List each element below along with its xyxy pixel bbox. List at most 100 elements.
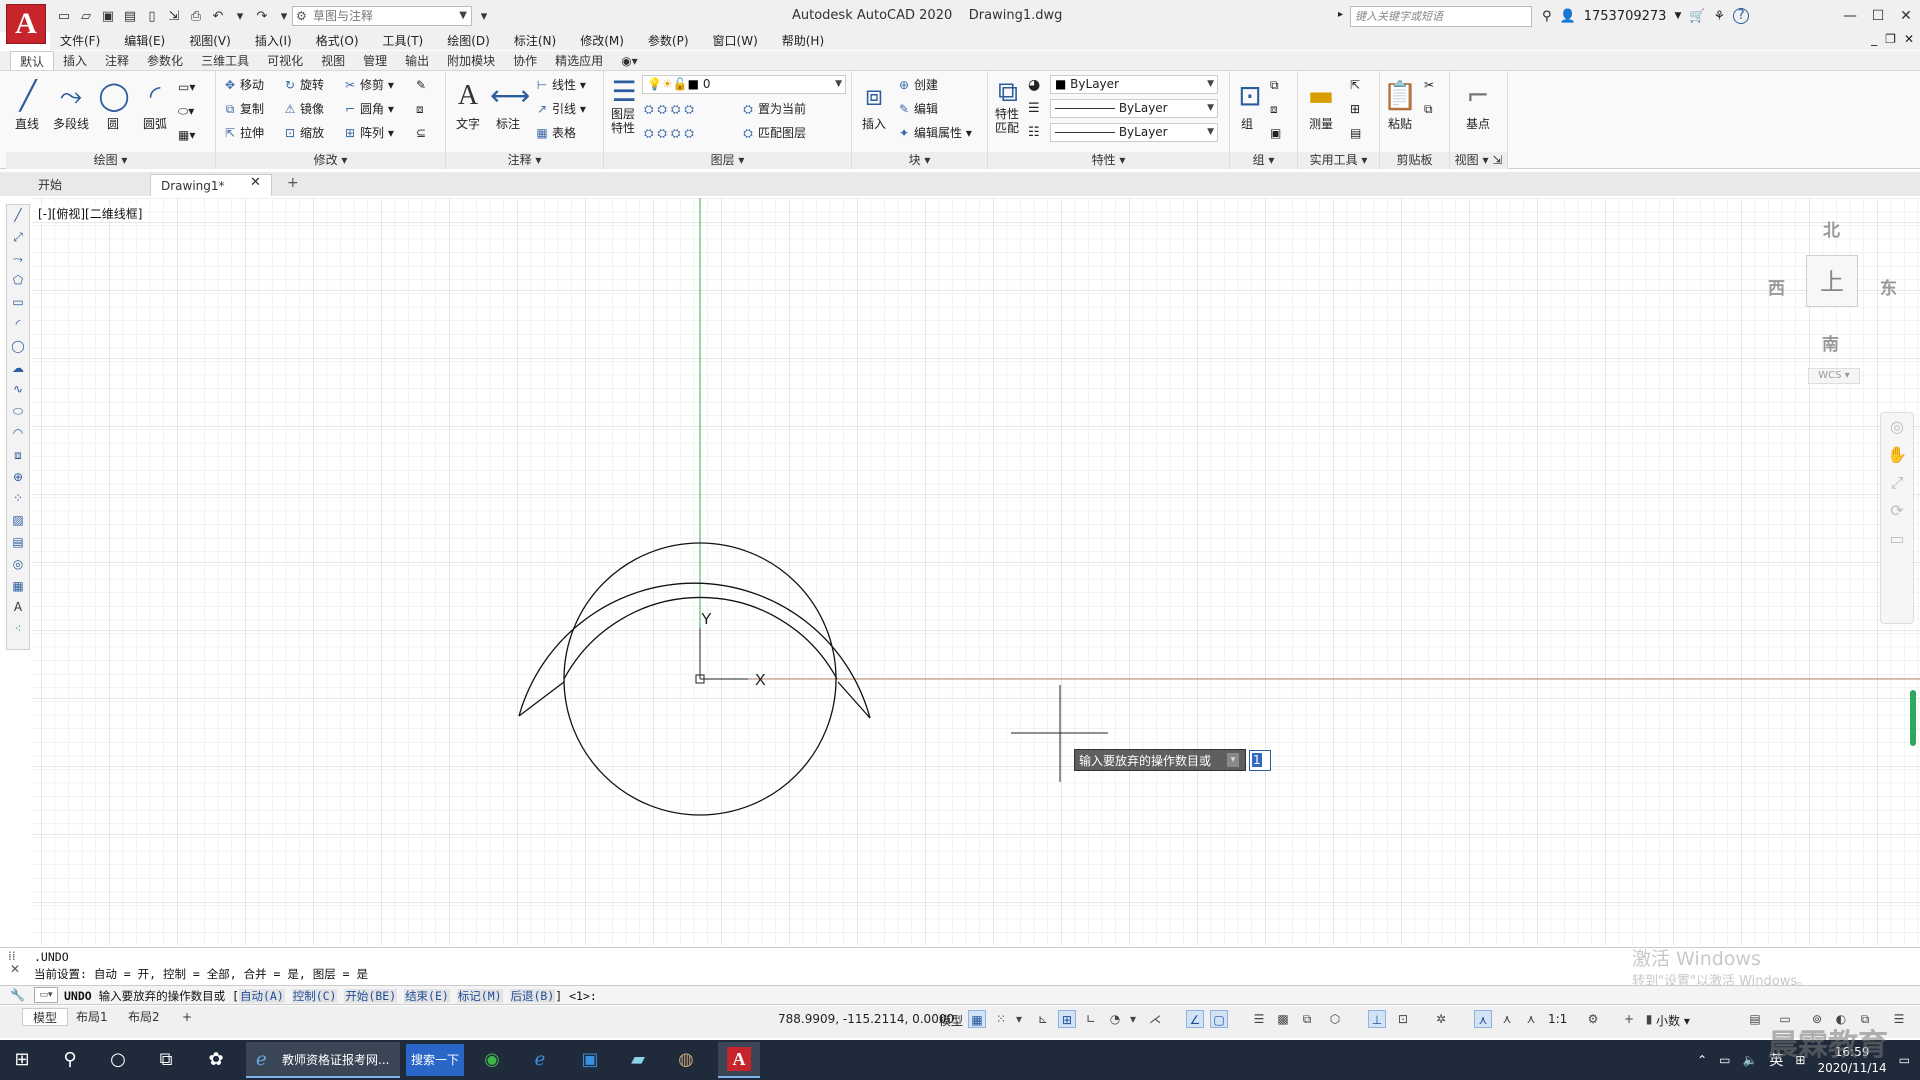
- menu-file[interactable]: 文件(F): [50, 32, 112, 50]
- arc-button[interactable]: ◜ 圆弧: [136, 77, 174, 132]
- infer-constraints-icon[interactable]: ⊾: [1034, 1010, 1052, 1028]
- tab-layout2[interactable]: 布局2: [118, 1008, 170, 1026]
- taskbar-search-button[interactable]: 搜索一下: [406, 1044, 464, 1076]
- recent-commands-icon[interactable]: ▭▾: [34, 987, 58, 1003]
- tab-featured-apps[interactable]: 精选应用: [546, 51, 612, 70]
- linear-button[interactable]: ⊢ 线性 ▾: [534, 75, 586, 95]
- tab-addins[interactable]: 附加模块: [438, 51, 504, 70]
- tab-collaborate[interactable]: 协作: [504, 51, 546, 70]
- undo-icon[interactable]: ↶: [208, 6, 228, 26]
- username[interactable]: 1753709273: [1584, 9, 1667, 24]
- orbit-icon[interactable]: ⟳: [1881, 497, 1913, 525]
- gizmo-icon[interactable]: ✲: [1432, 1010, 1450, 1028]
- snap-icon[interactable]: ⁙: [992, 1010, 1010, 1028]
- panel-title-block[interactable]: 块 ▾: [852, 152, 987, 169]
- close-icon[interactable]: ✕: [10, 962, 20, 976]
- photo-app-icon[interactable]: ◍: [666, 1044, 706, 1076]
- tab-3d-tools[interactable]: 三维工具: [192, 51, 258, 70]
- chevron-down-icon[interactable]: ▾: [1227, 753, 1239, 767]
- line-button[interactable]: ╱ 直线: [10, 77, 44, 132]
- annotation-scale[interactable]: 1:1: [1548, 1012, 1567, 1026]
- panel-title-properties[interactable]: 特性 ▾: [988, 152, 1229, 169]
- tab-start[interactable]: 开始: [28, 174, 148, 196]
- chevron-down-icon[interactable]: ▾: [1124, 1010, 1142, 1028]
- ellipse-icon[interactable]: ⬭: [7, 401, 29, 423]
- panel-title-annotation[interactable]: 注释 ▾: [446, 152, 603, 169]
- redo-dropdown-icon[interactable]: ▾: [274, 6, 294, 26]
- maximize-icon[interactable]: ☐: [1864, 0, 1892, 32]
- construction-line-icon[interactable]: ⤢: [7, 227, 29, 249]
- menu-window[interactable]: 窗口(W): [701, 32, 770, 50]
- showmotion-icon[interactable]: ▭: [1881, 525, 1913, 553]
- customize-qat-icon[interactable]: ▾: [474, 6, 494, 26]
- quick-properties-icon[interactable]: ▤: [1746, 1010, 1764, 1028]
- menu-help[interactable]: 帮助(H): [770, 32, 836, 50]
- selection-filter-icon[interactable]: ⊡: [1394, 1010, 1412, 1028]
- workspace-gear-icon[interactable]: ⚙: [1584, 1010, 1602, 1028]
- taskbar-autocad-window[interactable]: A: [718, 1042, 760, 1078]
- chevron-down-icon[interactable]: ▼: [1674, 11, 1681, 21]
- undo-dropdown-icon[interactable]: ▾: [230, 6, 250, 26]
- menu-insert[interactable]: 插入(I): [243, 32, 304, 50]
- menu-tools[interactable]: 工具(T): [371, 32, 436, 50]
- text-button[interactable]: A 文字: [450, 77, 486, 132]
- color-select[interactable]: ■ ByLayer ▼: [1050, 75, 1218, 94]
- viewcube-west[interactable]: 西: [1768, 274, 1785, 299]
- windows-start-icon[interactable]: ⊞: [2, 1044, 42, 1076]
- new-tab-icon[interactable]: +: [287, 175, 299, 191]
- tab-parametric[interactable]: 参数化: [138, 51, 192, 70]
- polyline-button[interactable]: ⤳ 多段线: [48, 77, 94, 132]
- drag-handle-icon[interactable]: ⁞⁞: [8, 949, 16, 963]
- binoculars-icon[interactable]: ⚲: [1542, 9, 1552, 24]
- arc-icon[interactable]: ◜: [7, 314, 29, 336]
- insert-block-icon[interactable]: ⧈: [7, 445, 29, 467]
- units-select[interactable]: 小数 ▾: [1656, 1012, 1690, 1029]
- insert-button[interactable]: ⧈ 插入: [854, 77, 894, 132]
- ortho-icon[interactable]: ∟: [1082, 1010, 1100, 1028]
- polygon-icon[interactable]: ⬠: [7, 270, 29, 292]
- workspace-select[interactable]: ⚙ 草图与注释 ▼: [292, 6, 472, 26]
- object-snap-icon[interactable]: ▢: [1210, 1010, 1228, 1028]
- erase-icon[interactable]: ✎: [416, 75, 426, 95]
- edit-attributes-button[interactable]: ✦ 编辑属性 ▾: [896, 123, 972, 143]
- application-menu-button[interactable]: A: [6, 4, 46, 44]
- ungroup-icon[interactable]: ⧉: [1270, 75, 1279, 95]
- lineweight-icon[interactable]: ☰: [1250, 1010, 1268, 1028]
- polyline-icon[interactable]: ⤳: [7, 249, 29, 271]
- dynamic-ucs-icon[interactable]: ⊥: [1368, 1010, 1386, 1028]
- make-block-icon[interactable]: ⊕: [7, 467, 29, 489]
- browser-360-icon[interactable]: ◉: [472, 1044, 512, 1076]
- doc-minimize-icon[interactable]: _: [1871, 32, 1877, 46]
- close-tab-icon[interactable]: ✕: [250, 175, 261, 190]
- layer-select[interactable]: 💡☀🔓■ 0 ▼: [642, 75, 846, 94]
- menu-format[interactable]: 格式(O): [304, 32, 371, 50]
- option-control[interactable]: 控制(C): [291, 989, 338, 1003]
- rotate-button[interactable]: ↻ 旋转: [282, 75, 324, 95]
- select-all-icon[interactable]: ⊞: [1350, 99, 1360, 119]
- group-button[interactable]: ⊡ 组: [1232, 77, 1262, 132]
- panel-title-view[interactable]: 视图 ▾ ⇲: [1450, 152, 1507, 169]
- leader-button[interactable]: ↗ 引线 ▾: [534, 99, 586, 119]
- customize-icon[interactable]: 🔧: [10, 988, 25, 1002]
- circle-button[interactable]: ◯ 圆: [96, 77, 130, 132]
- polar-icon[interactable]: ◔: [1106, 1010, 1124, 1028]
- menu-edit[interactable]: 编辑(E): [112, 32, 177, 50]
- paste-button[interactable]: 📋 粘贴: [1382, 77, 1418, 132]
- group-select-icon[interactable]: ▣: [1270, 123, 1281, 143]
- chevron-down-icon[interactable]: ▾: [1010, 1010, 1028, 1028]
- tab-view[interactable]: 视图: [312, 51, 354, 70]
- redo-icon[interactable]: ↷: [252, 6, 272, 26]
- viewcube-east[interactable]: 东: [1880, 274, 1897, 299]
- plot-icon[interactable]: ⎙: [186, 6, 206, 26]
- notes-app-icon[interactable]: ▰: [618, 1044, 658, 1076]
- command-input[interactable]: UNDO 输入要放弃的操作数目或 [自动(A) 控制(C) 开始(BE) 结束(…: [64, 988, 597, 1004]
- doc-restore-icon[interactable]: ❐: [1885, 32, 1896, 46]
- spline-icon[interactable]: ∿: [7, 379, 29, 401]
- chevron-up-icon[interactable]: ⌃: [1697, 1053, 1707, 1067]
- 3d-osnap-icon[interactable]: ⬡: [1326, 1010, 1344, 1028]
- search-input[interactable]: 键入关键字或短语: [1350, 6, 1532, 27]
- auto-scale-icon[interactable]: ⋏: [1498, 1010, 1516, 1028]
- layer-properties-button[interactable]: ☰ 图层 特性: [606, 77, 640, 136]
- dimension-button[interactable]: ⟷ 标注: [488, 77, 530, 132]
- ellipse-arc-icon[interactable]: ◠: [7, 423, 29, 445]
